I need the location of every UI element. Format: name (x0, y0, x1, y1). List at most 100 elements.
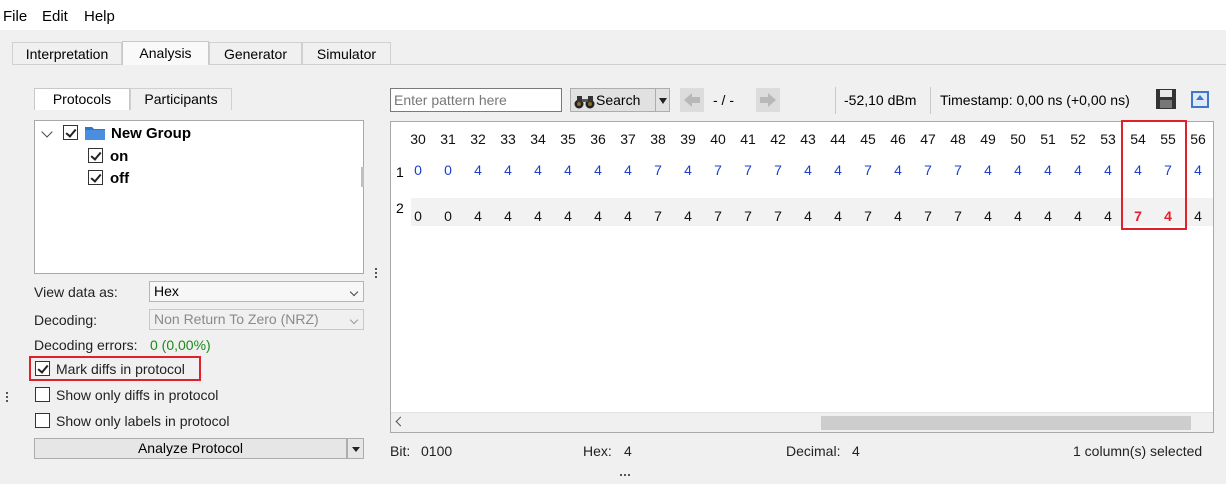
column-header[interactable]: 45 (853, 124, 883, 154)
table-cell[interactable]: 4 (973, 162, 1003, 178)
table-cell[interactable]: 4 (613, 208, 643, 224)
search-button[interactable]: Search (570, 88, 656, 112)
save-icon[interactable] (1155, 88, 1177, 110)
table-cell[interactable]: 0 (403, 162, 433, 178)
column-header[interactable]: 36 (583, 124, 613, 154)
bottom-splitter-handle[interactable] (620, 474, 630, 477)
table-cell[interactable]: 7 (913, 208, 943, 224)
tab-interpretation[interactable]: Interpretation (12, 42, 122, 64)
table-cell[interactable]: 7 (643, 162, 673, 178)
table-cell[interactable]: 4 (1093, 162, 1123, 178)
previous-result-button[interactable] (680, 88, 704, 112)
view-data-as-select[interactable]: Hex (149, 281, 364, 302)
column-header[interactable]: 38 (643, 124, 673, 154)
scrollbar-thumb[interactable] (821, 416, 1191, 430)
table-cell[interactable]: 4 (463, 162, 493, 178)
table-cell[interactable]: 4 (523, 162, 553, 178)
show-only-labels-checkbox[interactable] (35, 413, 50, 428)
table-cell[interactable]: 7 (943, 208, 973, 224)
chevron-down-icon[interactable] (41, 126, 53, 138)
table-cell[interactable]: 4 (613, 162, 643, 178)
table-cell[interactable]: 7 (703, 208, 733, 224)
table-cell[interactable]: 4 (1063, 162, 1093, 178)
table-cell[interactable]: 4 (1093, 208, 1123, 224)
table-cell[interactable]: 4 (553, 208, 583, 224)
column-header[interactable]: 42 (763, 124, 793, 154)
table-cell[interactable]: 4 (823, 208, 853, 224)
table-cell[interactable]: 4 (493, 162, 523, 178)
column-header[interactable]: 40 (703, 124, 733, 154)
column-header[interactable]: 35 (553, 124, 583, 154)
table-cell[interactable]: 7 (733, 162, 763, 178)
column-header[interactable]: 52 (1063, 124, 1093, 154)
table-cell[interactable]: 4 (1183, 162, 1213, 178)
table-cell[interactable]: 4 (523, 208, 553, 224)
tab-simulator[interactable]: Simulator (302, 42, 391, 64)
table-cell[interactable]: 7 (763, 208, 793, 224)
subtab-participants[interactable]: Participants (130, 88, 232, 110)
tree-item-off[interactable]: off (110, 170, 129, 187)
analyze-protocol-button[interactable]: Analyze Protocol (34, 438, 347, 459)
column-header[interactable]: 30 (403, 124, 433, 154)
protocol-tree[interactable]: New Group on off (34, 120, 364, 274)
column-header[interactable]: 32 (463, 124, 493, 154)
column-header[interactable]: 33 (493, 124, 523, 154)
table-cell[interactable]: 4 (583, 162, 613, 178)
table-cell[interactable]: 4 (793, 208, 823, 224)
scroll-left-icon[interactable] (395, 416, 406, 427)
splitter-handle[interactable] (375, 268, 378, 278)
table-cell[interactable]: 4 (1033, 162, 1063, 178)
protocol-table[interactable]: 1 2 30 0 0 31 0 0 32 4 4 33 4 4 34 4 4 35 4 4 36 4 4 37 4 4 38 7 7 39… (390, 121, 1214, 433)
table-cell[interactable]: 4 (1033, 208, 1063, 224)
table-cell[interactable]: 4 (973, 208, 1003, 224)
table-cell[interactable]: 4 (883, 208, 913, 224)
table-cell[interactable]: 7 (733, 208, 763, 224)
column-header[interactable]: 41 (733, 124, 763, 154)
horizontal-scrollbar[interactable] (391, 412, 1213, 432)
menu-file[interactable]: File (3, 8, 27, 25)
menu-help[interactable]: Help (84, 8, 115, 25)
table-cell[interactable]: 0 (433, 208, 463, 224)
pattern-input[interactable]: Enter pattern here (390, 88, 562, 112)
table-cell[interactable]: 4 (1063, 208, 1093, 224)
mark-diffs-label[interactable]: Mark diffs in protocol (56, 361, 185, 377)
column-header[interactable]: 49 (973, 124, 1003, 154)
column-header[interactable]: 39 (673, 124, 703, 154)
mark-diffs-checkbox[interactable] (35, 361, 50, 376)
column-header[interactable]: 31 (433, 124, 463, 154)
table-cell[interactable]: 7 (853, 162, 883, 178)
table-cell[interactable]: 7 (643, 208, 673, 224)
column-header[interactable]: 50 (1003, 124, 1033, 154)
table-cell[interactable]: 7 (853, 208, 883, 224)
group-checkbox[interactable] (63, 125, 78, 140)
menu-edit[interactable]: Edit (42, 8, 68, 25)
analyze-dropdown-button[interactable] (347, 438, 364, 459)
column-header[interactable]: 53 (1093, 124, 1123, 154)
table-cell[interactable]: 7 (913, 162, 943, 178)
next-result-button[interactable] (756, 88, 780, 112)
table-cell[interactable]: 4 (463, 208, 493, 224)
column-header[interactable]: 51 (1033, 124, 1063, 154)
subtab-protocols[interactable]: Protocols (34, 88, 130, 110)
column-header[interactable]: 56 (1183, 124, 1213, 154)
table-cell[interactable]: 4 (553, 162, 583, 178)
table-cell[interactable]: 7 (703, 162, 733, 178)
table-cell[interactable]: 4 (673, 162, 703, 178)
item-on-checkbox[interactable] (88, 148, 103, 163)
table-cell[interactable]: 4 (673, 208, 703, 224)
column-header[interactable]: 43 (793, 124, 823, 154)
column-header[interactable]: 34 (523, 124, 553, 154)
column-header[interactable]: 47 (913, 124, 943, 154)
table-cell[interactable]: 7 (943, 162, 973, 178)
show-only-diffs-label[interactable]: Show only diffs in protocol (56, 387, 218, 403)
tree-item-on[interactable]: on (110, 148, 128, 165)
table-cell[interactable]: 4 (1003, 208, 1033, 224)
item-off-checkbox[interactable] (88, 170, 103, 185)
group-label[interactable]: New Group (111, 125, 191, 142)
table-cell[interactable]: 4 (793, 162, 823, 178)
table-cell[interactable]: 0 (433, 162, 463, 178)
table-cell[interactable]: 4 (493, 208, 523, 224)
table-cell[interactable]: 4 (823, 162, 853, 178)
table-cell[interactable]: 4 (883, 162, 913, 178)
tab-analysis[interactable]: Analysis (122, 41, 209, 65)
